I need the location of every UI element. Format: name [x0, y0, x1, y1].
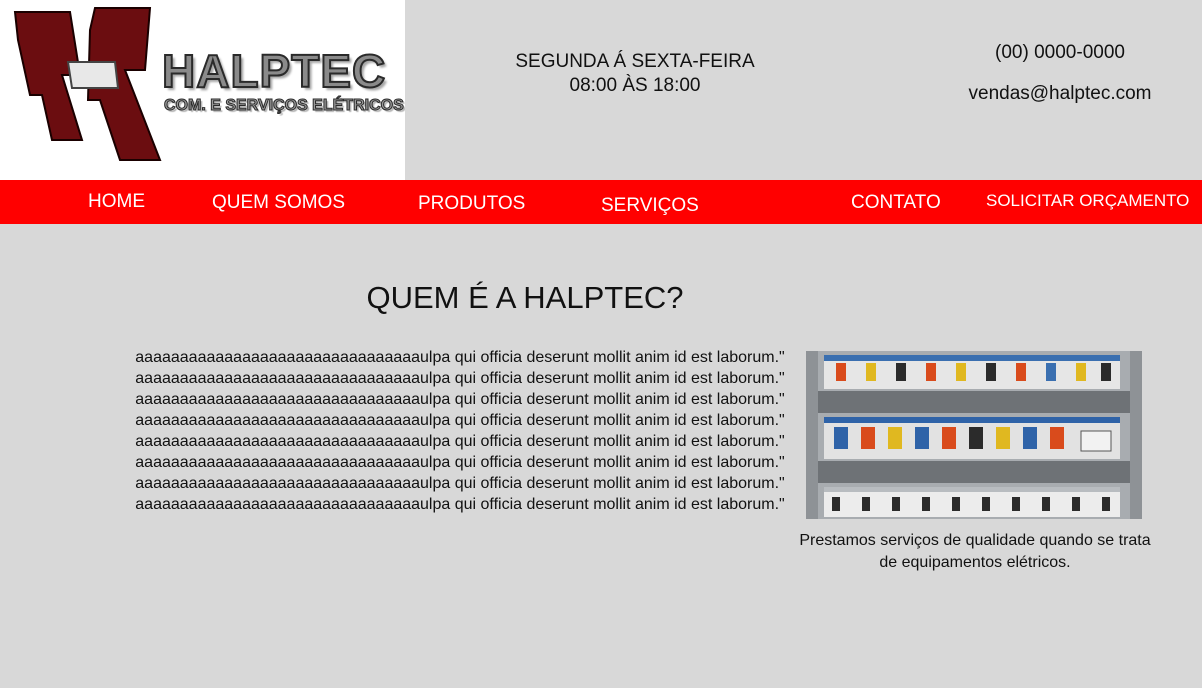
phone-number[interactable]: (00) 0000-0000: [940, 42, 1180, 66]
main-nav: HOME QUEM SOMOS PRODUTOS SERVIÇOS CONTAT…: [0, 180, 1202, 224]
paragraph-line: aaaaaaaaaaaaaaaaaaaaaaaaaaaaaaaaulpa qui…: [135, 475, 785, 492]
paragraph-line: aaaaaaaaaaaaaaaaaaaaaaaaaaaaaaaaulpa qui…: [135, 412, 785, 429]
image-caption-line: Prestamos serviços de qualidade quando s…: [799, 532, 1151, 549]
paragraph-line: aaaaaaaaaaaaaaaaaaaaaaaaaaaaaaaaulpa qui…: [135, 391, 785, 408]
nav-quem-somos[interactable]: QUEM SOMOS: [212, 192, 345, 214]
nav-servicos[interactable]: SERVIÇOS: [601, 195, 699, 217]
hours-time: 08:00 ÀS 18:00: [569, 75, 701, 96]
site-header: HALPTEC COM. E SERVIÇOS ELÉTRICOS SEGUND…: [0, 0, 1202, 180]
about-paragraph: aaaaaaaaaaaaaaaaaaaaaaaaaaaaaaaaulpa qui…: [120, 347, 800, 515]
paragraph-line: aaaaaaaaaaaaaaaaaaaaaaaaaaaaaaaaulpa qui…: [135, 496, 785, 513]
nav-solicitar-orcamento[interactable]: SOLICITAR ORÇAMENTO: [986, 191, 1189, 211]
electrical-panel-illustration: [806, 351, 1142, 519]
image-caption-line: de equipamentos elétricos.: [879, 554, 1071, 571]
business-hours: SEGUNDA Á SEXTA-FEIRA 08:00 ÀS 18:00: [500, 50, 770, 98]
paragraph-line: aaaaaaaaaaaaaaaaaaaaaaaaaaaaaaaaulpa qui…: [135, 349, 785, 366]
logo[interactable]: HALPTEC COM. E SERVIÇOS ELÉTRICOS: [0, 0, 405, 180]
image-caption: Prestamos serviços de qualidade quando s…: [780, 530, 1170, 574]
paragraph-line: aaaaaaaaaaaaaaaaaaaaaaaaaaaaaaaaulpa qui…: [135, 454, 785, 471]
paragraph-line: aaaaaaaaaaaaaaaaaaaaaaaaaaaaaaaaulpa qui…: [135, 433, 785, 450]
logo-wordmark: HALPTEC: [161, 44, 387, 98]
email-link[interactable]: vendas@halptec.com: [940, 83, 1180, 105]
electrical-panel-image: [806, 351, 1142, 519]
logo-tagline: COM. E SERVIÇOS ELÉTRICOS: [164, 97, 405, 115]
contact-info: (00) 0000-0000 vendas@halptec.com: [940, 42, 1180, 105]
section-title: QUEM É A HALPTEC?: [366, 280, 684, 315]
nav-contato[interactable]: CONTATO: [851, 192, 941, 214]
paragraph-line: aaaaaaaaaaaaaaaaaaaaaaaaaaaaaaaaulpa qui…: [135, 370, 785, 387]
nav-produtos[interactable]: PRODUTOS: [418, 193, 525, 215]
nav-home[interactable]: HOME: [88, 191, 145, 213]
hours-days: SEGUNDA Á SEXTA-FEIRA: [515, 51, 755, 72]
